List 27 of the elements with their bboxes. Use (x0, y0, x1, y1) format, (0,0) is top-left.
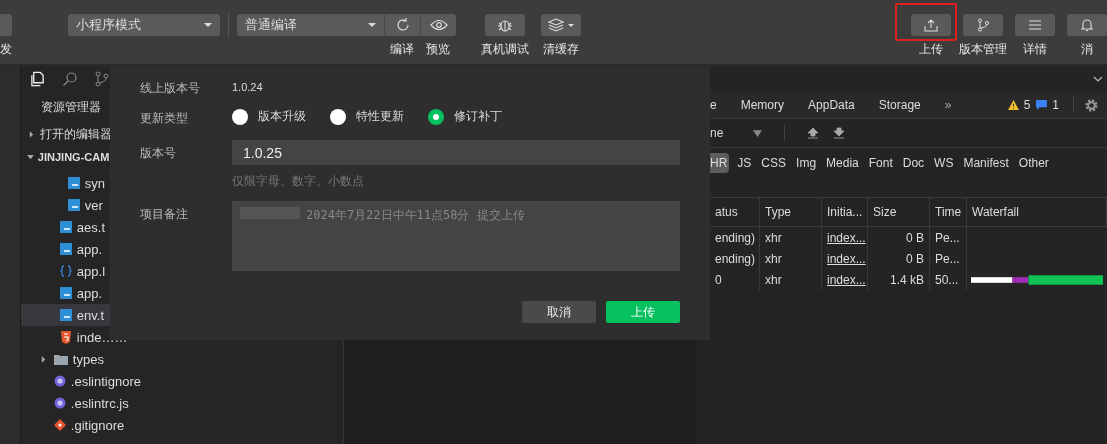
table-cell: 0 B (868, 248, 930, 269)
toolbar-label: 编译 (390, 42, 414, 56)
field-label: 项目备注 (140, 206, 189, 222)
table-cell: Pe... (930, 227, 967, 248)
toolbar-label: 发 (0, 42, 12, 56)
message-count: 1 (1052, 98, 1059, 112)
table-cell: 1.4 kB (868, 269, 930, 290)
table-cell: xhr (760, 269, 822, 290)
toolbar-label: 真机调试 (481, 42, 529, 56)
toolbar-label: 版本管理 (959, 42, 1007, 56)
field-label: 线上版本号 (140, 80, 201, 96)
online-version: 1.0.24 (232, 81, 263, 93)
sidebar-title: 资源管理器 (40, 98, 101, 116)
table-cell: 50... (930, 269, 967, 290)
field-label: 更新类型 (140, 110, 189, 126)
toolbar-label: 清缓存 (543, 42, 579, 56)
hint-text: 仅限字母、数字、小数点 (232, 173, 365, 190)
table-cell: xhr (760, 248, 822, 269)
field-label: 版本号 (140, 145, 177, 161)
table-cell: 0 B (868, 227, 930, 248)
table-cell: Pe... (930, 248, 967, 269)
table-cell: xhr (760, 227, 822, 248)
warning-count: 5 (1023, 98, 1031, 112)
toolbar-label: 详情 (1023, 42, 1047, 56)
toolbar-label: 上传 (919, 42, 943, 56)
toolbar-label: 预览 (426, 42, 450, 56)
toolbar-label: 消 (1081, 42, 1093, 56)
